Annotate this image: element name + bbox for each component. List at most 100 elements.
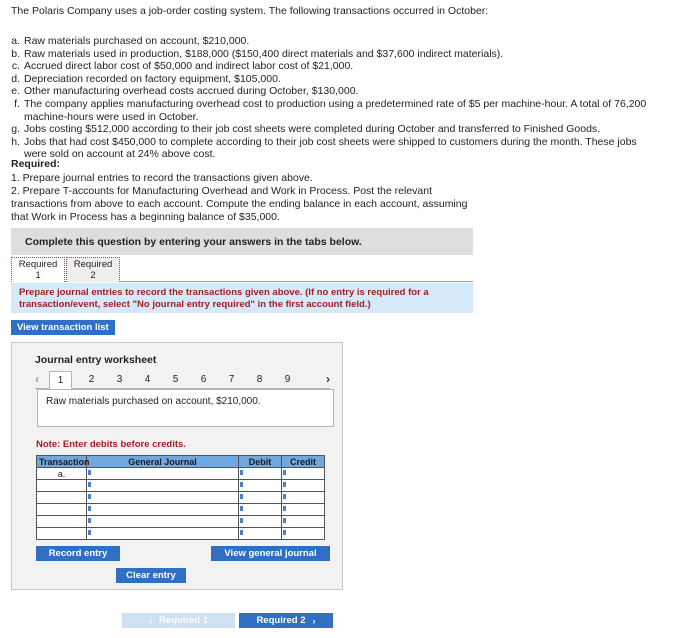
complete-question-banner: Complete this question by entering your … [11, 228, 473, 255]
table-row [36, 491, 325, 504]
table-row [36, 527, 325, 540]
journal-entry-worksheet-panel: Journal entry worksheet ‹ 1 2 3 4 5 6 7 … [11, 342, 343, 590]
cell-credit[interactable] [281, 491, 325, 504]
requirements-block: Required: 1. Prepare journal entries to … [11, 158, 481, 224]
cell-general-journal[interactable] [86, 503, 239, 516]
transaction-text: The company applies manufacturing overhe… [24, 97, 647, 123]
cell-general-journal[interactable] [86, 491, 239, 504]
table-row: a. [36, 467, 325, 480]
worksheet-description: Raw materials purchased on account, $210… [37, 389, 334, 427]
column-header-credit: Credit [281, 455, 325, 468]
cell-transaction[interactable] [36, 491, 87, 504]
transaction-text: Raw materials used in production, $188,0… [24, 47, 504, 60]
chevron-right-icon: › [312, 615, 316, 626]
transaction-text: Depreciation recorded on factory equipme… [24, 72, 281, 85]
table-row [36, 479, 325, 492]
cell-general-journal[interactable] [86, 479, 239, 492]
pager-prev-icon[interactable]: ‹ [35, 372, 39, 386]
table-header-row: Transaction General Journal Debit Credit [36, 455, 325, 468]
problem-intro: The Polaris Company uses a job-order cos… [11, 5, 489, 17]
cell-debit[interactable] [238, 491, 282, 504]
tab-required-2[interactable]: Required 2 [66, 257, 120, 282]
tab-required-1-line2: 1 [35, 270, 41, 281]
transaction-item: d. Depreciation recorded on factory equi… [11, 73, 661, 86]
cell-general-journal[interactable] [86, 515, 239, 528]
requirement-2: 2. Prepare T-accounts for Manufacturing … [11, 185, 468, 223]
cell-debit[interactable] [238, 515, 282, 528]
transaction-item: e. Other manufacturing overhead costs ac… [11, 85, 661, 98]
cell-credit[interactable] [281, 479, 325, 492]
nav-required-1-button[interactable]: ‹ Required 1 [122, 613, 235, 628]
clear-entry-button[interactable]: Clear entry [116, 568, 186, 583]
transaction-item: c. Accrued direct labor cost of $50,000 … [11, 60, 661, 73]
view-transaction-list-button[interactable]: View transaction list [11, 320, 115, 335]
cell-credit[interactable] [281, 467, 325, 480]
transaction-text: Other manufacturing overhead costs accru… [24, 85, 359, 98]
transaction-letter: b. [11, 47, 20, 60]
debits-before-credits-note: Note: Enter debits before credits. [36, 439, 186, 450]
banner-text: Complete this question by entering your … [25, 235, 362, 248]
transaction-text: Accrued direct labor cost of $50,000 and… [24, 60, 354, 73]
tab-required-1-line1: Required [18, 259, 58, 270]
cell-credit[interactable] [281, 503, 325, 516]
nav-required-2-label: Required 2 [256, 615, 306, 626]
transaction-item: g. Jobs costing $512,000 according to th… [11, 123, 661, 136]
table-row [36, 515, 325, 528]
transaction-letter: a. [11, 35, 20, 47]
pager-next-icon[interactable]: › [326, 372, 330, 386]
cell-credit[interactable] [281, 515, 325, 528]
cell-credit[interactable] [281, 527, 325, 540]
nav-required-2-button[interactable]: Required 2 › [239, 613, 333, 628]
cell-general-journal[interactable] [86, 527, 239, 540]
record-entry-button[interactable]: Record entry [36, 546, 120, 561]
nav-required-1-label: Required 1 [158, 615, 209, 626]
cell-transaction[interactable] [36, 515, 87, 528]
worksheet-page-7[interactable]: 7 [220, 371, 243, 389]
worksheet-pager: ‹ 1 2 3 4 5 6 7 8 9 › [35, 371, 330, 389]
transaction-letter: c. [11, 60, 20, 73]
tab-required-2-line1: Required [73, 259, 113, 270]
worksheet-page-3[interactable]: 3 [108, 371, 131, 389]
view-general-journal-button[interactable]: View general journal [211, 546, 330, 561]
transaction-list: a. Raw materials purchased on account, $… [11, 35, 661, 161]
column-header-debit: Debit [238, 455, 282, 468]
column-header-general-journal: General Journal [86, 455, 239, 468]
table-row [36, 503, 325, 516]
transaction-text: Jobs costing $512,000 according to their… [24, 123, 601, 136]
transaction-letter: h. [11, 135, 20, 148]
transaction-item: b. Raw materials used in production, $18… [11, 48, 661, 61]
transaction-letter: f. [14, 97, 20, 110]
cell-debit[interactable] [238, 467, 282, 480]
tab-required-1[interactable]: Required 1 [11, 257, 65, 282]
transaction-text: Raw materials purchased on account, $210… [24, 35, 250, 47]
cell-transaction[interactable]: a. [36, 467, 87, 480]
column-header-transaction: Transaction [36, 455, 90, 468]
cell-transaction[interactable] [36, 503, 87, 516]
transaction-item: a. Raw materials purchased on account, $… [11, 35, 661, 48]
worksheet-page-6[interactable]: 6 [192, 371, 215, 389]
required-tabs: Required 1 Required 2 [11, 257, 473, 282]
requirements-heading: Required: [11, 158, 61, 170]
cell-debit[interactable] [238, 479, 282, 492]
journal-entry-table: Transaction General Journal Debit Credit… [36, 455, 325, 540]
cell-debit[interactable] [238, 503, 282, 516]
cell-transaction[interactable] [36, 479, 87, 492]
transaction-letter: d. [11, 72, 20, 85]
worksheet-page-2[interactable]: 2 [80, 371, 103, 389]
worksheet-page-4[interactable]: 4 [136, 371, 159, 389]
transaction-letter: e. [11, 85, 20, 98]
worksheet-page-9[interactable]: 9 [276, 371, 299, 389]
chevron-left-icon: ‹ [148, 615, 152, 626]
cell-general-journal[interactable] [86, 467, 239, 480]
requirement-1: 1. Prepare journal entries to record the… [11, 172, 313, 184]
cell-transaction[interactable] [36, 527, 87, 540]
instruction-bar: Prepare journal entries to record the tr… [11, 283, 473, 313]
question-page: The Polaris Company uses a job-order cos… [0, 0, 673, 638]
transaction-letter: g. [11, 123, 20, 136]
worksheet-page-1[interactable]: 1 [49, 371, 72, 389]
cell-debit[interactable] [238, 527, 282, 540]
transaction-item: f. The company applies manufacturing ove… [11, 98, 661, 123]
tab-required-2-line2: 2 [90, 270, 96, 281]
worksheet-page-8[interactable]: 8 [248, 371, 271, 389]
worksheet-page-5[interactable]: 5 [164, 371, 187, 389]
